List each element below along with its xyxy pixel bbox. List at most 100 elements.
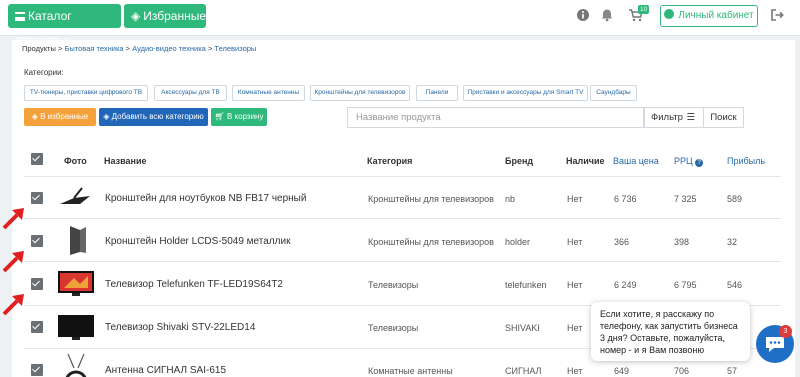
favorites-button[interactable]: ◈ Избранные: [124, 4, 206, 28]
catalog-menu-button[interactable]: Каталог товаров▼: [8, 4, 121, 47]
product-stock: Нет: [567, 237, 583, 247]
user-icon: [664, 9, 675, 19]
favorites-label: Избранные: [143, 9, 206, 23]
breadcrumb-separator: >: [207, 44, 213, 53]
product-brand: SHIVAKI: [505, 323, 540, 333]
product-category: Кронштейны для телевизоров: [368, 194, 494, 204]
breadcrumb-root[interactable]: Продукты: [22, 44, 56, 53]
product-profit: 57: [727, 366, 738, 376]
arrow-annotation-icon: [2, 208, 24, 230]
row-checkbox[interactable]: [31, 364, 43, 376]
column-price[interactable]: Ваша цена: [613, 156, 659, 166]
product-brand: СИГНАЛ: [505, 366, 542, 376]
cart-count-badge: 10: [638, 5, 650, 14]
personal-cabinet-button[interactable]: Личный кабинет: [660, 5, 758, 27]
divider: [24, 218, 781, 219]
arrow-annotation-icon: [2, 294, 24, 316]
logout-icon[interactable]: [770, 8, 784, 22]
category-chip[interactable]: Кронштейны для телевизоров: [310, 85, 410, 101]
product-thumbnail[interactable]: [56, 268, 96, 300]
product-price: 366: [614, 237, 630, 247]
product-stock: Нет: [567, 366, 583, 376]
chat-popup[interactable]: Если хотите, я расскажу по телефону, как…: [591, 302, 750, 361]
column-category[interactable]: Категория: [367, 156, 412, 166]
category-chip[interactable]: Комнатные антенны: [232, 85, 305, 101]
product-price: 6 249: [614, 280, 637, 290]
breadcrumb-item-household[interactable]: Бытовая техника: [64, 44, 123, 53]
product-rrp: 398: [674, 237, 690, 247]
search-input[interactable]: Название продукта: [347, 107, 644, 128]
column-photo: Фото: [64, 156, 87, 166]
add-category-button[interactable]: ◈ Добавить всю категорию: [99, 108, 208, 126]
breadcrumb-item-tv[interactable]: Телевизоры: [214, 44, 256, 53]
personal-cabinet-label: Личный кабинет: [678, 10, 754, 21]
category-chip[interactable]: TV-тюнеры, приставки цифрового ТВ: [24, 85, 148, 101]
add-to-cart-label: В корзину: [226, 112, 264, 121]
product-profit: 32: [727, 237, 738, 247]
bell-icon[interactable]: [600, 8, 614, 22]
row-checkbox[interactable]: [31, 321, 43, 333]
help-icon[interactable]: ?: [695, 159, 704, 167]
product-rrp: 6 795: [674, 280, 697, 290]
category-chip[interactable]: Приставки и аксессуары для Smart TV: [463, 85, 588, 101]
product-brand: nb: [505, 194, 516, 204]
column-brand[interactable]: Бренд: [505, 156, 533, 166]
product-category: Кронштейны для телевизоров: [368, 237, 494, 247]
chat-unread-badge: 3: [779, 325, 792, 338]
arrow-annotation-icon: [2, 251, 24, 273]
column-profit[interactable]: Прибыль: [727, 156, 765, 166]
product-price: 6 736: [614, 194, 637, 204]
divider: [24, 176, 781, 177]
top-bar: Каталог товаров▼ ◈Избранные 10 Личный ка…: [0, 0, 800, 47]
filter-label: Фильтр: [651, 112, 683, 123]
breadcrumb-separator: >: [57, 44, 63, 53]
column-rrp[interactable]: РРЦ ?: [674, 156, 704, 167]
product-stock: Нет: [567, 280, 583, 290]
column-rrp-label: РРЦ: [674, 156, 693, 166]
breadcrumb: Продукты > Бытовая техника > Аудио-видео…: [22, 44, 256, 53]
add-to-cart-button[interactable]: 🛒︎ В корзину: [211, 108, 267, 126]
search-button[interactable]: Поиск: [703, 107, 744, 128]
select-all-checkbox[interactable]: [31, 153, 43, 165]
column-stock[interactable]: Наличие: [566, 156, 605, 166]
product-category: Телевизоры: [368, 323, 419, 333]
product-stock: Нет: [567, 323, 583, 333]
category-chip[interactable]: Саундбары: [590, 85, 637, 101]
category-chip[interactable]: Аксессуары для ТВ: [154, 85, 227, 101]
product-rrp: 706: [674, 366, 690, 376]
category-chip[interactable]: Панели: [416, 85, 458, 101]
product-thumbnail[interactable]: [56, 311, 96, 343]
product-brand: telefunken: [505, 280, 547, 290]
product-thumbnail[interactable]: [56, 352, 96, 377]
product-name[interactable]: Телевизор Telefunken TF-LED19S64T2: [105, 279, 283, 290]
product-profit: 546: [727, 280, 743, 290]
row-checkbox[interactable]: [31, 192, 43, 204]
product-name[interactable]: Кронштейн Holder LCDS-5049 металлик: [105, 236, 290, 247]
product-name[interactable]: Кронштейн для ноутбуков NB FB17 черный: [105, 193, 306, 204]
diamond-icon: ◈: [31, 112, 41, 121]
row-checkbox[interactable]: [31, 235, 43, 247]
product-thumbnail[interactable]: [56, 224, 96, 256]
product-thumbnail[interactable]: [56, 182, 96, 214]
row-checkbox[interactable]: [31, 278, 43, 290]
product-category: Телевизоры: [368, 280, 419, 290]
diamond-icon: ◈: [131, 9, 141, 23]
info-icon[interactable]: [576, 8, 590, 22]
sliders-icon: ☰: [686, 112, 695, 123]
categories-label: Категории:: [24, 68, 64, 77]
add-category-label: Добавить всю категорию: [111, 112, 204, 121]
product-profit: 589: [727, 194, 743, 204]
menu-icon: [15, 12, 25, 21]
divider: [24, 261, 781, 262]
product-category: Комнатные антенны: [368, 366, 453, 376]
product-brand: holder: [505, 237, 531, 247]
cart-icon: 🛒︎: [214, 112, 227, 121]
product-name[interactable]: Антенна СИГНАЛ SAI-615: [105, 365, 226, 376]
product-stock: Нет: [567, 194, 583, 204]
product-name[interactable]: Телевизор Shivaki STV-22LED14: [105, 322, 255, 333]
add-to-favorites-button[interactable]: ◈ В избранные: [24, 108, 96, 126]
filter-button[interactable]: Фильтр ☰: [644, 107, 704, 128]
column-name[interactable]: Название: [104, 156, 146, 166]
breadcrumb-item-audio-video[interactable]: Аудио-видео техника: [132, 44, 206, 53]
breadcrumb-separator: >: [125, 44, 131, 53]
